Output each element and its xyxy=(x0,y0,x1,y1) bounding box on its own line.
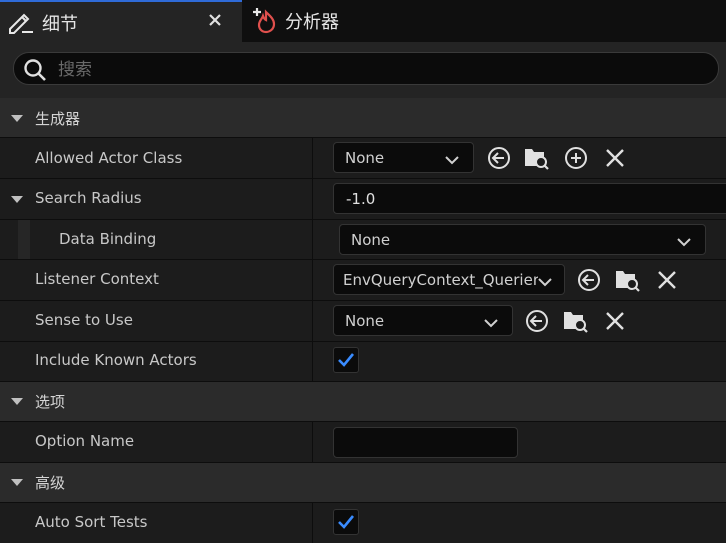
column-splitter[interactable] xyxy=(312,220,313,260)
option-name-label: Option Name xyxy=(35,432,135,450)
search-icon xyxy=(23,58,47,86)
column-splitter[interactable] xyxy=(312,138,313,178)
category-generator-label: 生成器 xyxy=(35,110,81,128)
listener-context-combo[interactable]: EnvQueryContext_Querier xyxy=(333,264,565,295)
column-splitter[interactable] xyxy=(312,260,313,300)
tab-details-label: 细节 xyxy=(42,14,78,35)
category-options[interactable] xyxy=(0,382,726,421)
browse-folder-icon[interactable] xyxy=(522,144,550,172)
use-selected-icon[interactable] xyxy=(485,144,513,172)
use-selected-icon[interactable] xyxy=(523,307,551,335)
profiler-flame-icon xyxy=(250,6,278,34)
include-known-actors-checkbox[interactable] xyxy=(333,347,359,373)
browse-folder-icon[interactable] xyxy=(561,307,589,335)
tab-details[interactable]: 细节 xyxy=(0,0,242,42)
indent-guide xyxy=(18,220,30,260)
allowed-actor-class-label: Allowed Actor Class xyxy=(35,149,183,167)
allowed-actor-class-combo[interactable]: None xyxy=(333,142,474,173)
tab-profiler-label: 分析器 xyxy=(285,12,339,33)
search-radius-label: Search Radius xyxy=(35,189,142,207)
clear-icon[interactable] xyxy=(601,144,629,172)
close-tab-icon[interactable] xyxy=(208,13,222,31)
browse-folder-icon[interactable] xyxy=(613,266,641,294)
chevron-down-icon xyxy=(538,273,552,291)
category-advanced-label: 高级 xyxy=(35,474,66,492)
column-splitter[interactable] xyxy=(312,179,313,219)
collapse-arrow-icon[interactable] xyxy=(11,115,23,122)
search-radius-input[interactable]: -1.0 xyxy=(333,183,726,214)
sense-to-use-label: Sense to Use xyxy=(35,311,133,329)
clear-icon[interactable] xyxy=(653,266,681,294)
category-generator[interactable] xyxy=(0,98,726,137)
tab-profiler[interactable]: 分析器 xyxy=(244,2,424,42)
category-options-label: 选项 xyxy=(35,393,66,411)
use-selected-icon[interactable] xyxy=(575,266,603,294)
search-radius-value: -1.0 xyxy=(346,190,376,208)
data-binding-combo[interactable]: None xyxy=(339,224,706,255)
sense-to-use-value: None xyxy=(345,312,385,330)
category-advanced[interactable] xyxy=(0,463,726,502)
option-name-input[interactable] xyxy=(333,427,518,458)
chevron-down-icon xyxy=(677,233,691,251)
auto-sort-tests-checkbox[interactable] xyxy=(333,509,359,535)
pencil-icon xyxy=(8,10,34,34)
checkmark-icon xyxy=(338,515,355,529)
allowed-actor-class-value: None xyxy=(345,149,385,167)
data-binding-value: None xyxy=(351,231,391,249)
sense-to-use-combo[interactable]: None xyxy=(333,305,513,336)
collapse-arrow-icon[interactable] xyxy=(11,479,23,486)
include-known-actors-label: Include Known Actors xyxy=(35,351,197,369)
column-splitter[interactable] xyxy=(312,301,313,341)
chevron-down-icon xyxy=(445,151,459,169)
column-splitter[interactable] xyxy=(312,503,313,543)
data-binding-label: Data Binding xyxy=(59,230,157,248)
clear-icon[interactable] xyxy=(601,307,629,335)
auto-sort-tests-label: Auto Sort Tests xyxy=(35,513,148,531)
column-splitter[interactable] xyxy=(312,342,313,382)
checkmark-icon xyxy=(338,353,355,367)
add-icon[interactable] xyxy=(562,144,590,172)
chevron-down-icon xyxy=(484,314,498,332)
collapse-arrow-icon[interactable] xyxy=(11,196,23,203)
listener-context-label: Listener Context xyxy=(35,270,159,288)
search-input[interactable] xyxy=(56,57,700,83)
search-box[interactable] xyxy=(13,52,719,85)
listener-context-value: EnvQueryContext_Querier xyxy=(343,271,539,289)
column-splitter[interactable] xyxy=(312,422,313,462)
collapse-arrow-icon[interactable] xyxy=(11,398,23,405)
